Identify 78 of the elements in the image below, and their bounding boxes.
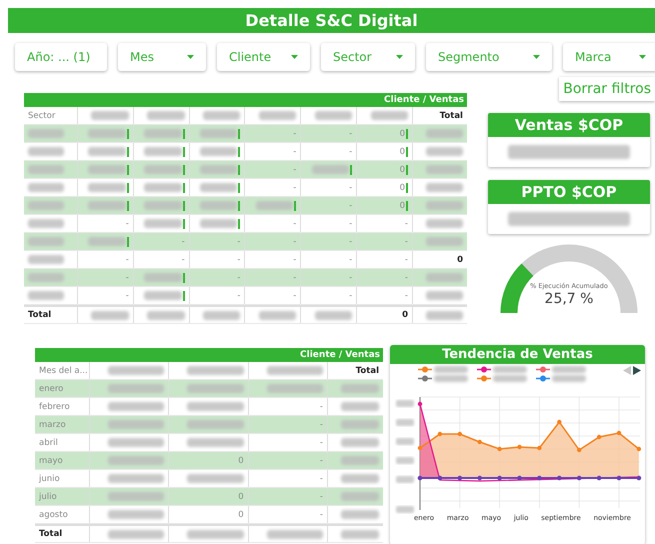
table-cell: - [349,272,352,282]
table-cell: - [182,236,185,246]
filter-dropdown[interactable]: Segmento [426,43,552,71]
month-label: mayo [39,456,63,466]
filter-dropdown[interactable]: Año: ... (1) [15,43,107,71]
clear-filters-button[interactable]: Borrar filtros [559,77,655,101]
total-label: Total [39,529,62,539]
table-cell: 0 [457,254,463,264]
table-cell: - [126,272,129,282]
table-cell: - [237,290,240,300]
table-banner: Cliente / Ventas [35,348,383,362]
filter-dropdown[interactable]: Marca [563,43,655,71]
column-header: Total [356,366,379,376]
table-cell: - [349,182,352,192]
table-cell: - [293,272,296,282]
table-cell: - [320,438,323,448]
table-cell: - [349,236,352,246]
table-cell: - [349,128,352,138]
month-label: marzo [39,420,66,430]
table-cell: - [404,290,408,300]
table-cell: - [320,456,323,466]
column-header: Mes del a... [39,366,88,376]
table-cell: - [293,182,296,192]
table-cell: - [293,128,296,138]
kpi-title: Ventas $COP [488,113,650,137]
table-cell: - [126,290,129,300]
table-banner: Cliente / Ventas [24,93,467,107]
table-cell: 0 [238,456,244,466]
table-cell: - [182,254,185,264]
table-cell: - [404,236,408,246]
filter-dropdown[interactable]: Mes [118,43,206,71]
table-cell: 0 [400,182,405,192]
table-cell: - [320,492,323,502]
table-cell: - [293,290,296,300]
table-cell: - [237,272,240,282]
table-cell: - [349,290,352,300]
table-cell: 0 [238,510,244,520]
table-cell: - [320,474,323,484]
table-cell: - [404,254,408,264]
total-label: Total [28,310,52,320]
column-header: Total [440,110,463,120]
filter-dropdown[interactable]: Cliente [217,43,310,71]
month-label: junio [39,474,60,484]
table-cell: - [293,164,296,174]
gauge-reading: 25,7 % [544,291,594,307]
table-cell: - [320,402,323,412]
table-cell: - [320,510,323,520]
table-cell: - [237,254,240,264]
table-cell: - [293,254,296,264]
table-cell: - [126,254,129,264]
table-cell: - [349,254,352,264]
table-cell: - [293,218,296,228]
table-cell: - [237,236,240,246]
month-label: febrero [39,402,70,412]
table-cell: - [404,218,408,228]
chart-title: Tendencia de Ventas [390,345,645,364]
table-cell: - [404,272,408,282]
month-label: abril [39,438,58,448]
table-cell: - [293,236,296,246]
table-cell: 0 [400,128,405,138]
table-cell: - [320,420,323,430]
table-cell: 0 [400,200,405,210]
table-cell: - [126,218,129,228]
table-cell: 0 [400,164,405,174]
table-cell: 0 [402,310,408,320]
table-cell: - [349,200,352,210]
table-cell: 0 [400,146,405,156]
month-label: julio [39,492,57,502]
dashboard-title: Detalle S&C Digital [8,8,655,33]
table-cell: - [349,218,352,228]
month-label: agosto [39,510,68,520]
month-label: enero [39,384,64,394]
table-cell: 0 [238,492,244,502]
kpi-title: PPTO $COP [488,180,650,204]
table-cell: - [293,146,296,156]
column-header: Sector [28,110,56,120]
table-cell: - [349,146,352,156]
filter-dropdown[interactable]: Sector [321,43,415,71]
